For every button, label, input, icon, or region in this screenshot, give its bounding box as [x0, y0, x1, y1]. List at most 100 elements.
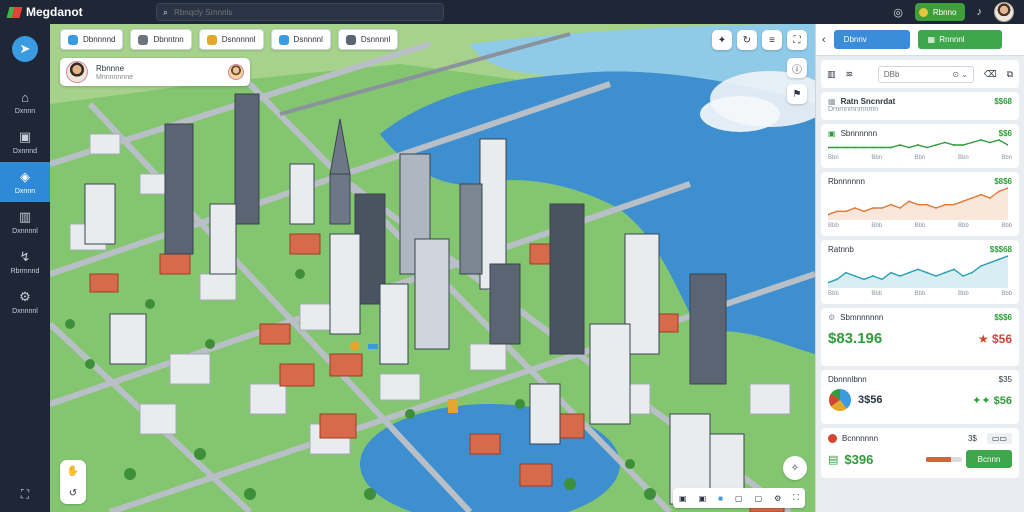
rotate-icon[interactable]: ↻ [737, 30, 757, 50]
period-select[interactable]: DBb ⊙ ⌄ [877, 65, 974, 83]
analytics-panel: ‹ Dbnnv ▦ Rnnnnl ▥ ≋ DBb ⊙ ⌄ ⌫ ⧉ ▦ Ratn S… [815, 24, 1024, 512]
zoom-out-icon[interactable]: ↺ [69, 488, 77, 499]
sidebar-item-analytics[interactable]: ↯ Rbrmnnd [0, 242, 50, 282]
chart-point [854, 207, 856, 209]
chart-point [953, 203, 955, 206]
globe-icon[interactable]: ◎ [893, 6, 903, 19]
chart-point [989, 197, 991, 199]
fullscreen-icon[interactable]: ⛶ [787, 30, 807, 50]
filter-chip-5[interactable]: Dsnnnnl [337, 29, 399, 50]
chart-point [881, 146, 883, 149]
tick: Bbn [871, 155, 883, 161]
sidebar: ➤ ⌂ Dxnnn ▣ Dxnnnd ◈ Dxnnn ▥ Dxnnnnl ↯ R… [0, 24, 50, 512]
chart-point [998, 258, 1000, 261]
bookmark-icon[interactable]: ⚑ [787, 84, 807, 104]
budget-button[interactable]: Bcnnn [966, 450, 1012, 468]
chart-point [836, 210, 838, 213]
tick: Bbb [871, 291, 883, 297]
chart-point [890, 271, 892, 274]
grid-view-icon[interactable]: ▥ [827, 69, 836, 80]
card-title: Sbnnnnnn [840, 129, 878, 138]
chart-point [944, 141, 946, 144]
list-view-icon[interactable]: ≋ [846, 69, 854, 80]
chart-point [935, 144, 937, 146]
map-layers-icon: ◈ [20, 169, 30, 184]
compass-icon[interactable]: ✧ [783, 456, 807, 480]
user-info-card[interactable]: Rbnnne Mnnnnnnne [60, 58, 250, 86]
status-icon-6[interactable]: ⚙ [774, 494, 781, 503]
stat-card-chart[interactable]: Rbnnnnnn $8$6 Bbb Bbb Bbb Bbb Bbb [821, 172, 1019, 236]
filter-chip-3-label: Dsnnnnnl [221, 35, 256, 44]
chart-line [828, 139, 1009, 149]
card-value: 3$ [967, 434, 977, 443]
card-value: $35 [998, 375, 1012, 384]
sidebar-item-buildings[interactable]: ▥ Dxnnnnl [0, 202, 50, 242]
primary-button[interactable]: Dbnnv [833, 30, 910, 49]
secondary-button[interactable]: ▦ Rnnnnl [917, 30, 1002, 49]
chart-point [890, 146, 892, 149]
app-logo-icon[interactable]: ➤ [12, 36, 38, 62]
filter-chip-1-icon [68, 34, 78, 45]
stat-card-budget[interactable]: Bcnnnnnn 3$ ▭▭ ▤ $396 Bcnnn [821, 428, 1019, 478]
filter-chip-1-label: Dbnnnnd [83, 35, 116, 44]
stat-card-chart[interactable]: ▣ Sbnnnnnn $$6 Bbn Bbn Bbn Bbn Bbn [821, 124, 1019, 168]
brand[interactable]: Megdanot [0, 5, 150, 19]
top-action-label: Rbnno [932, 7, 957, 17]
card-menu-icon[interactable]: ▭▭ [986, 433, 1012, 444]
chart-point [926, 146, 928, 149]
budget-progress [926, 456, 962, 462]
filter-chip-4[interactable]: Dsnnnnl [270, 29, 331, 50]
search-input[interactable] [174, 7, 415, 17]
sidebar-item-map[interactable]: ◈ Dxnnn [0, 162, 50, 202]
chart-point [917, 203, 919, 206]
user-avatar[interactable] [994, 2, 1014, 22]
stat-card-summary[interactable]: ⚙ Sbmnnnnnn $$$6 $83.196 ★ $56 [821, 308, 1019, 366]
filter-chip-3[interactable]: Dsnnnnnl [198, 29, 264, 50]
chart-point [998, 139, 1000, 141]
status-icon-4[interactable]: ▢ [735, 494, 743, 503]
chart-3-ticks: Bbb Bbb Bbb Bbb Bbb [828, 291, 1012, 297]
sidebar-item-dashboard[interactable]: ▣ Dxnnnd [0, 122, 50, 162]
filter-chip-4-icon [278, 34, 289, 45]
chart-point [908, 146, 910, 149]
chart-point [863, 146, 865, 149]
chart-1-ticks: Bbn Bbn Bbn Bbn Bbn [828, 155, 1012, 161]
back-icon[interactable]: ‹ [822, 34, 826, 46]
card-value: $$68 [994, 97, 1012, 106]
sidebar-item-settings[interactable]: ⚙ Dxnnnnl [0, 282, 50, 322]
locate-icon[interactable]: ✦ [712, 30, 732, 50]
chart-3 [827, 255, 1009, 288]
status-icon-1[interactable]: ▣ [679, 494, 687, 503]
layers-icon[interactable]: ≡ [762, 30, 782, 50]
budget-button-label: Bcnnn [977, 454, 1001, 464]
tick: Bbb [914, 223, 926, 229]
stat-card-chart[interactable]: Ratnnb $$$68 Bbb Bbb Bbb Bbb Bbb [821, 240, 1019, 304]
expand-icon[interactable]: ⛶ [0, 487, 50, 502]
budget-value: $396 [844, 451, 874, 467]
status-icon-5[interactable]: ▢ [755, 494, 763, 503]
status-icon-3[interactable]: ■ [718, 494, 723, 503]
user-card-sublabel: Mnnnnnnne [96, 73, 133, 81]
search-box[interactable]: ⌕ [156, 3, 444, 21]
copy-icon[interactable]: ⧉ [1007, 69, 1013, 80]
chart-point [836, 146, 838, 149]
filter-chip-1[interactable]: Dbnnnnd [60, 29, 124, 50]
stat-card-distribution[interactable]: Dbnnnlbnn $35 3$56 ✦✦ $56 [821, 370, 1019, 424]
tick: Bbb [1001, 291, 1012, 297]
stat-card[interactable]: ▦ Ratn Sncnrdat $$68 Drnmnmnmnmn [821, 92, 1019, 120]
card-title: Rbnnnnnn [828, 177, 865, 186]
check-icon: ✦✦ [972, 394, 991, 407]
trash-icon[interactable]: ⌫ [984, 69, 997, 80]
filter-chip-2[interactable]: Dbnntnn [130, 29, 192, 50]
chart-point [872, 207, 874, 209]
status-icon-2[interactable]: ▣ [699, 494, 707, 503]
bell-icon[interactable]: ♪ [977, 6, 983, 18]
city-map-view[interactable]: Dbnnnnd Dbnntnn Dsnnnnnl Dsnnnnl Dsnnnnl… [50, 24, 815, 512]
status-icon-7[interactable]: ⛶ [793, 493, 799, 503]
info-icon[interactable]: ⓘ [787, 58, 807, 78]
chart-point [845, 271, 847, 274]
zoom-in-icon[interactable]: ✋ [67, 466, 79, 477]
sidebar-item-home[interactable]: ⌂ Dxnnn [0, 82, 50, 122]
top-action-button[interactable]: Rbnno [914, 3, 965, 21]
star-icon: ★ [977, 331, 989, 346]
